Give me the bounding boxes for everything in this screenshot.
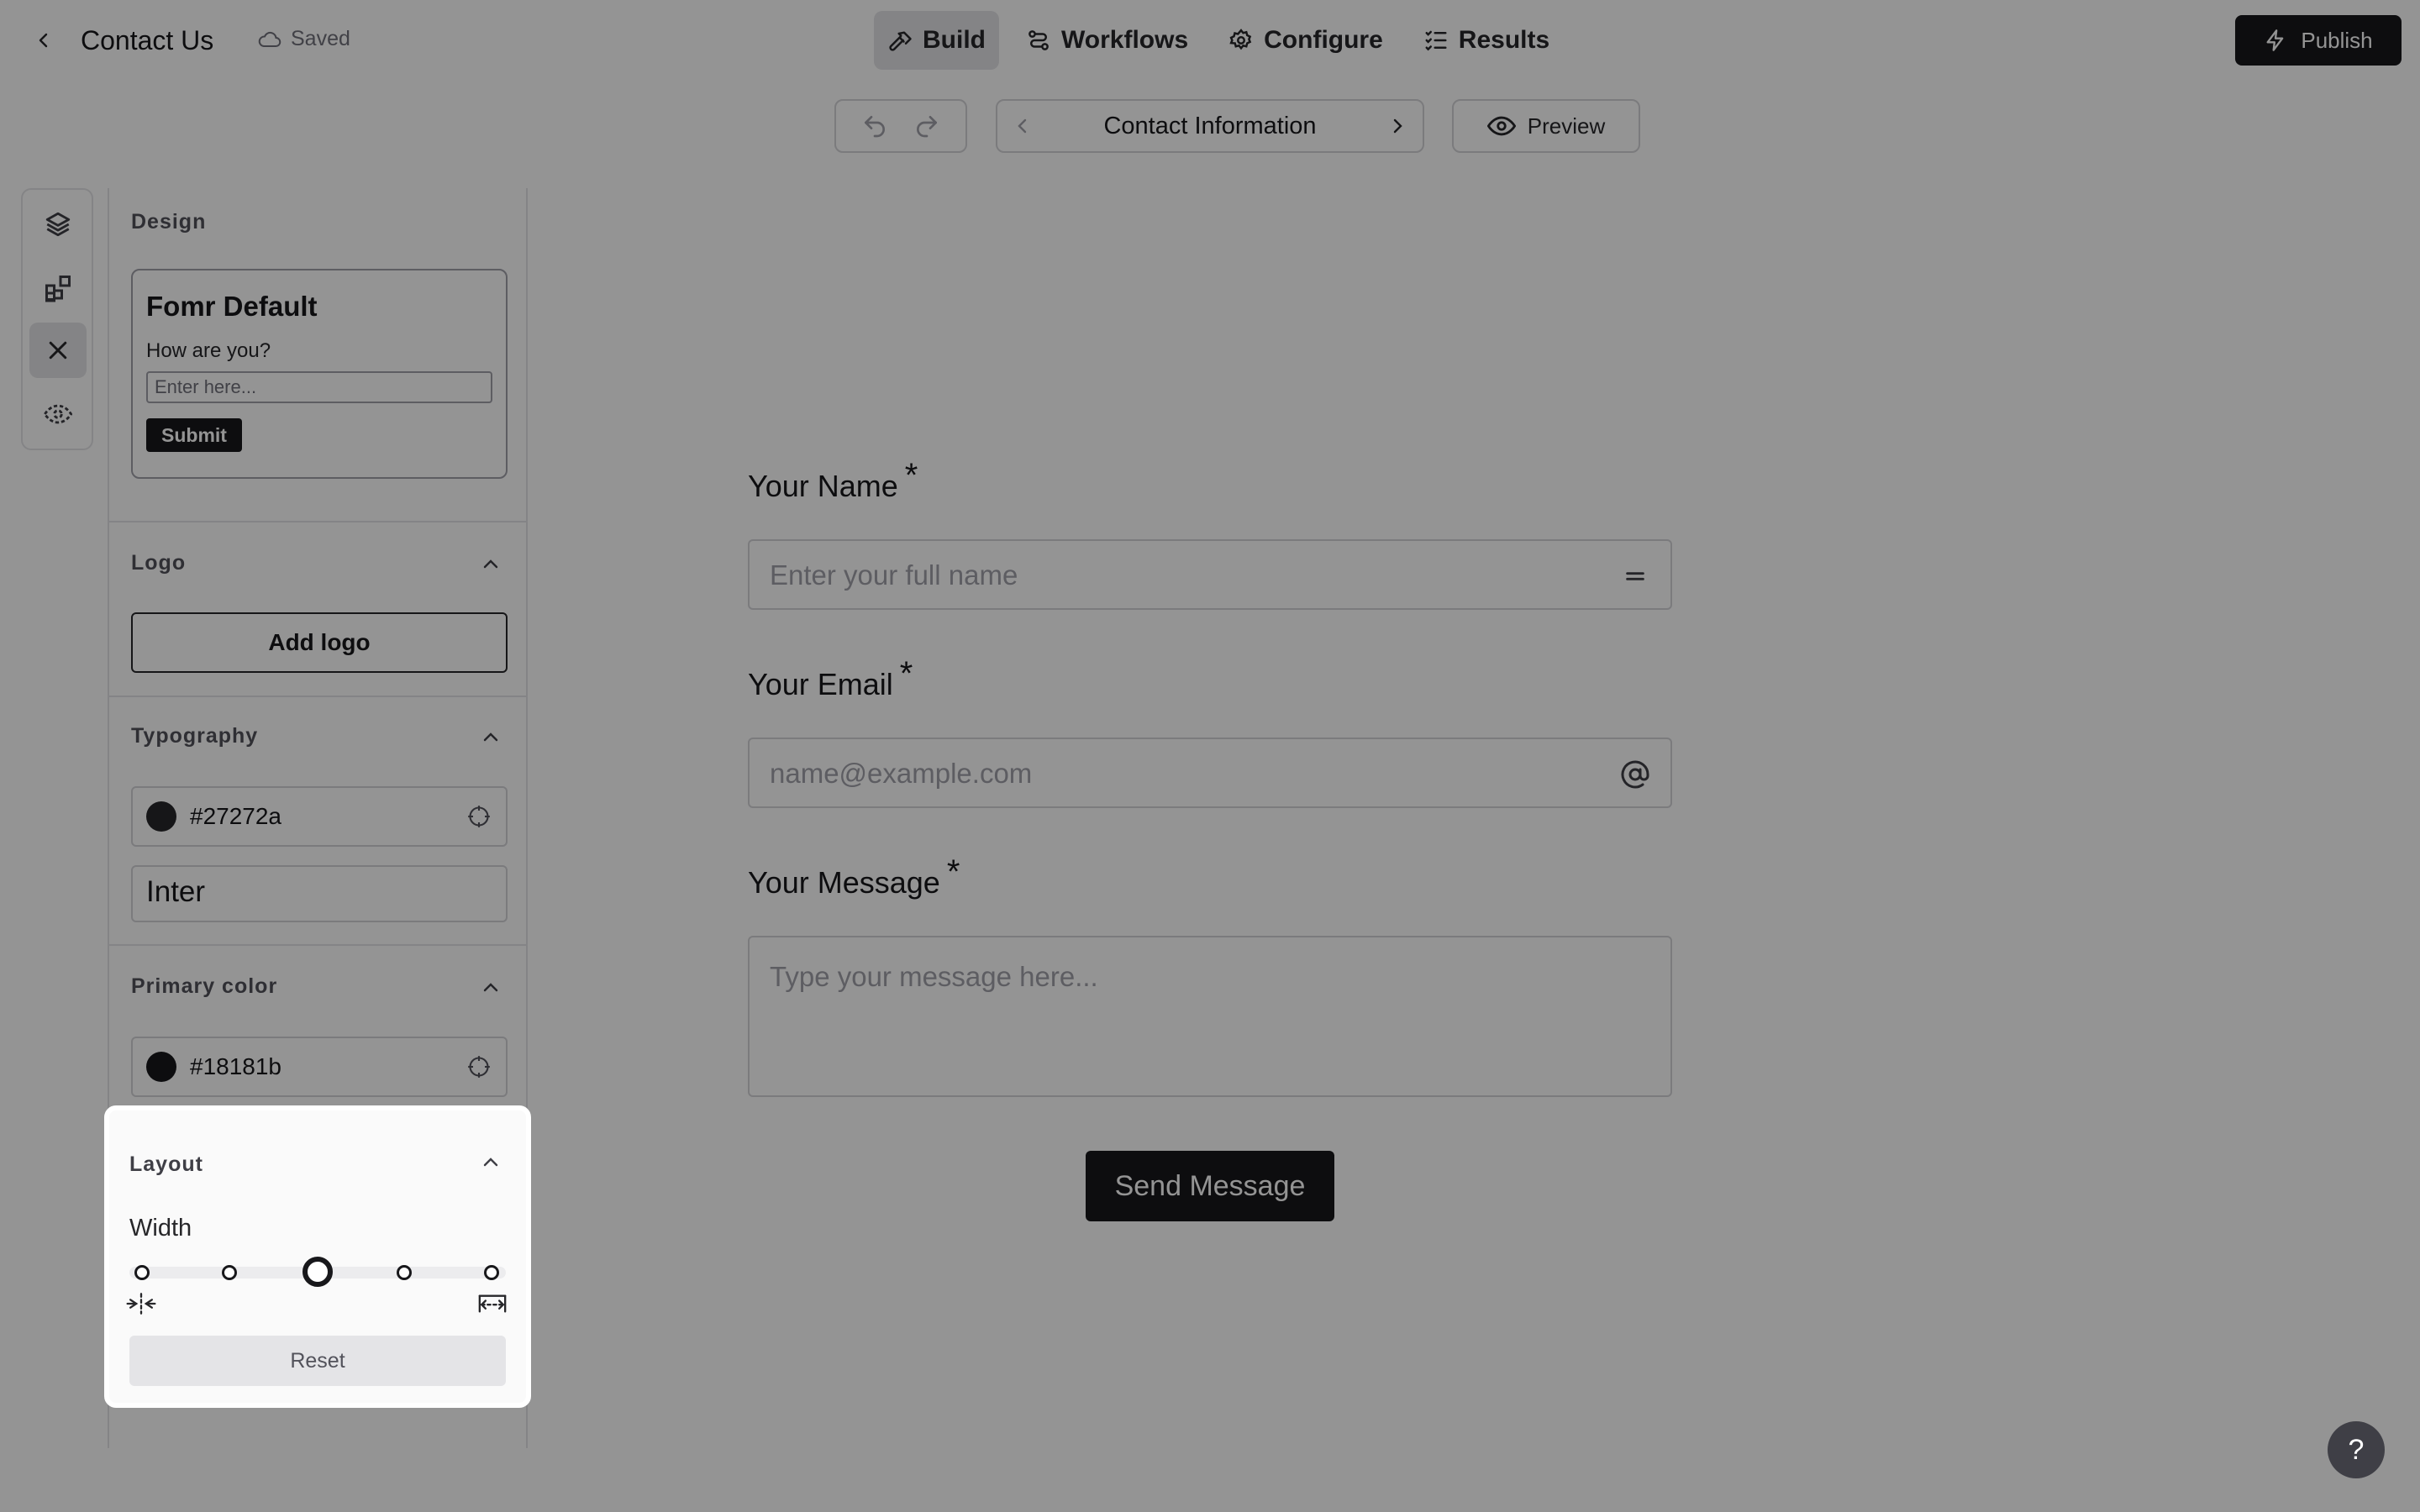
- width-label: Width: [129, 1215, 192, 1242]
- narrow-width-icon: [124, 1290, 158, 1317]
- width-slider-stop[interactable]: [134, 1265, 150, 1280]
- form-builder-app: Contact Us Saved Build Workflows Configu…: [0, 0, 2420, 1512]
- width-slider-stop[interactable]: [397, 1265, 412, 1280]
- layout-collapse-toggle[interactable]: [476, 1147, 506, 1178]
- width-slider-stop[interactable]: [222, 1265, 237, 1280]
- layout-section-title: Layout: [129, 1152, 203, 1176]
- reset-layout-button[interactable]: Reset: [129, 1336, 506, 1386]
- layout-section-popover: Layout Width Reset: [104, 1105, 531, 1408]
- width-slider-thumb[interactable]: [302, 1257, 333, 1287]
- help-button[interactable]: ?: [2328, 1421, 2385, 1478]
- width-slider-stop[interactable]: [484, 1265, 499, 1280]
- chevron-up-icon: [483, 1158, 498, 1167]
- full-width-icon: [476, 1290, 509, 1317]
